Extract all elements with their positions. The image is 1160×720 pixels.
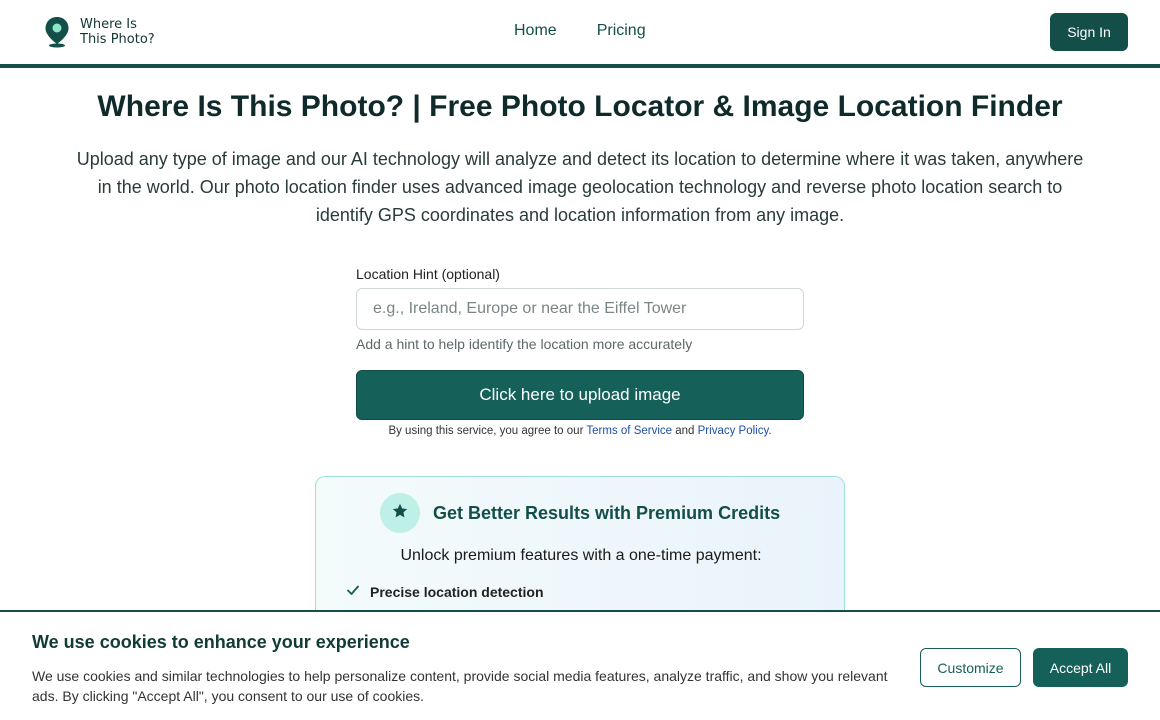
location-hint-label: Location Hint (optional) [356, 266, 500, 282]
terms-notice-prefix: By using this service, you agree to our [388, 425, 584, 437]
check-icon [346, 583, 360, 600]
logo-line-2: This Photo? [80, 32, 155, 47]
map-pin-icon [44, 16, 70, 48]
sign-in-button[interactable]: Sign In [1050, 13, 1128, 51]
premium-subtitle: Unlock premium features with a one-time … [400, 547, 762, 564]
premium-feature-label: Precise location detection [370, 583, 544, 600]
terms-notice: By using this service, you agree to our … [0, 425, 1160, 437]
star-icon [391, 502, 409, 525]
page-description: Upload any type of image and our AI tech… [76, 149, 1084, 225]
cookie-title: We use cookies to enhance your experienc… [32, 632, 410, 652]
main-nav: Home Pricing [514, 22, 646, 40]
premium-icon-badge [380, 493, 420, 533]
premium-feature-item: Precise location detection [346, 583, 544, 600]
premium-title: Get Better Results with Premium Credits [433, 503, 781, 523]
location-hint-input[interactable] [356, 288, 804, 330]
accept-all-cookies-button[interactable]: Accept All [1033, 648, 1128, 687]
terms-notice-and: and [675, 425, 695, 437]
upload-image-button[interactable]: Click here to upload image [356, 370, 804, 420]
logo-line-1: Where Is [80, 17, 137, 32]
customize-cookies-button[interactable]: Customize [920, 648, 1021, 687]
terms-of-service-link[interactable]: Terms of Service [586, 425, 672, 437]
cookie-text: We use cookies and similar technologies … [32, 668, 888, 704]
nav-home[interactable]: Home [514, 22, 557, 40]
nav-pricing[interactable]: Pricing [597, 22, 646, 40]
location-hint-help: Add a hint to help identify the location… [356, 336, 693, 352]
privacy-policy-link[interactable]: Privacy Policy [698, 425, 769, 437]
terms-notice-suffix: . [768, 425, 772, 437]
site-logo[interactable]: Where Is This Photo? [44, 16, 155, 48]
cookie-banner: We use cookies to enhance your experienc… [0, 610, 1160, 720]
page-title: Where Is This Photo? | Free Photo Locato… [97, 90, 1063, 123]
logo-text: Where Is This Photo? [80, 17, 155, 47]
site-header: Where Is This Photo? Home Pricing Sign I… [0, 0, 1160, 68]
